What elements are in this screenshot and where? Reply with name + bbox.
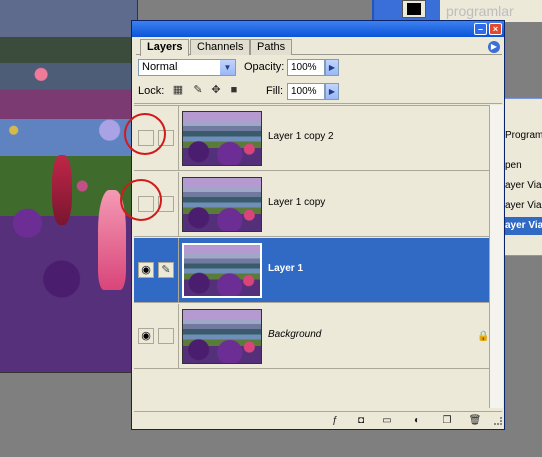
layer-name: Layer 1 copy — [268, 197, 326, 208]
fill-label: Fill: — [266, 85, 284, 97]
history-panel: Programl pen ayer Via C ayer Via C ayer … — [500, 98, 542, 256]
layer-name: Background — [268, 329, 322, 340]
eye-icon[interactable]: ◉ — [138, 328, 154, 344]
layer-row[interactable]: ◉ Background 🔒 — [134, 304, 489, 369]
image-canvas — [0, 0, 138, 373]
divider — [178, 304, 179, 369]
layer-thumbnail — [182, 177, 262, 232]
blend-row: Normal ▼ Opacity: 100% ▶ — [138, 59, 498, 77]
blend-mode-value: Normal — [142, 61, 178, 73]
layers-list: Layer 1 copy 2 Layer 1 copy ◉ ✎ Layer 1 … — [134, 105, 489, 408]
watermark: programlar — [440, 0, 542, 22]
minimize-button[interactable]: – — [474, 23, 487, 35]
tab-channels[interactable]: Channels — [190, 39, 251, 55]
eye-icon[interactable]: ◉ — [138, 262, 154, 278]
palette-tabs: Layers Channels Paths — [136, 39, 502, 56]
palette-menu-icon[interactable]: ▶ — [488, 41, 500, 53]
layer-thumbnail — [182, 243, 262, 298]
adjustment-layer-icon[interactable]: ◐ — [410, 415, 424, 427]
opacity-arrow-icon[interactable]: ▶ — [325, 59, 339, 76]
tab-paths[interactable]: Paths — [250, 39, 293, 55]
annotation-circle — [124, 113, 166, 155]
foreground-color-swatch[interactable] — [402, 0, 426, 18]
divider — [178, 172, 179, 237]
lock-all-icon[interactable]: ■ — [228, 84, 240, 96]
brush-icon[interactable]: ✎ — [158, 262, 174, 278]
palette-footer: ƒ ◘ ▭ ◐ ❐ 🗑 — [134, 411, 502, 429]
layer-thumbnail — [182, 309, 262, 364]
divider — [178, 238, 179, 303]
lock-row: Lock: ▦ ✎ ✥ ■ Fill: 100% ▶ — [138, 83, 498, 101]
lock-icon: 🔒 — [477, 331, 490, 342]
history-item[interactable]: pen — [503, 157, 542, 175]
chevron-down-icon[interactable]: ▼ — [220, 60, 235, 75]
layer-mask-icon[interactable]: ◘ — [354, 415, 368, 427]
lock-paint-icon[interactable]: ✎ — [192, 84, 204, 96]
trash-icon[interactable]: 🗑 — [468, 415, 482, 427]
layers-scrollbar[interactable] — [489, 105, 503, 408]
layer-name: Layer 1 — [268, 263, 304, 274]
divider — [178, 106, 179, 171]
layer-style-icon[interactable]: ƒ — [328, 415, 342, 427]
lock-label: Lock: — [138, 85, 165, 97]
fill-field[interactable]: 100% — [287, 83, 325, 100]
layer-name: Layer 1 copy 2 — [268, 131, 334, 142]
layer-row[interactable]: Layer 1 copy — [134, 172, 489, 237]
history-item[interactable]: Programl — [503, 127, 542, 145]
history-item[interactable]: ayer Via C — [503, 197, 542, 215]
tab-layers[interactable]: Layers — [140, 39, 190, 56]
new-group-icon[interactable]: ▭ — [380, 415, 394, 427]
fill-arrow-icon[interactable]: ▶ — [325, 83, 339, 100]
opacity-field[interactable]: 100% — [287, 59, 325, 76]
divider — [134, 103, 502, 104]
close-button[interactable]: × — [489, 23, 502, 35]
lock-transparency-icon[interactable]: ▦ — [172, 84, 184, 96]
resize-grip[interactable] — [494, 417, 502, 425]
layer-thumbnail — [182, 111, 262, 166]
annotation-circle — [120, 179, 162, 221]
blend-mode-select[interactable]: Normal ▼ — [138, 59, 236, 76]
layers-palette: – × Layers Channels Paths ▶ Normal ▼ Opa… — [120, 20, 505, 430]
history-item[interactable]: ayer Via C — [503, 177, 542, 195]
opacity-label: Opacity: — [244, 61, 285, 73]
palette-titlebar[interactable]: – × — [132, 21, 504, 37]
link-toggle[interactable] — [158, 328, 174, 344]
layer-row[interactable]: Layer 1 copy 2 — [134, 106, 489, 171]
lock-move-icon[interactable]: ✥ — [210, 84, 222, 96]
layer-row-selected[interactable]: ◉ ✎ Layer 1 — [134, 238, 489, 303]
canvas-flower-decoration — [52, 155, 72, 225]
history-item-selected[interactable]: ayer Via — [503, 217, 542, 235]
new-layer-icon[interactable]: ❐ — [440, 415, 454, 427]
